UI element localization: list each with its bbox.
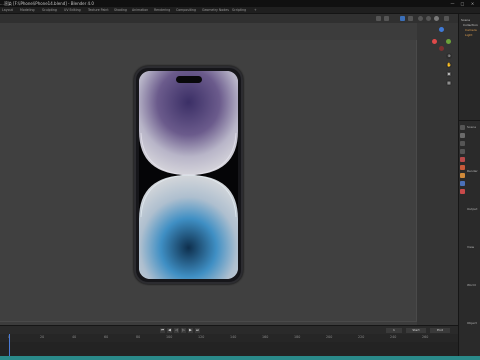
start-frame-field[interactable]: Start (406, 328, 426, 333)
tab-scripting[interactable]: Scripting (232, 7, 246, 14)
select-icon[interactable] (376, 16, 381, 21)
ruler-tick: 160 (262, 335, 269, 339)
ruler-tick: 40 (72, 335, 77, 339)
ruler-tick: 260 (422, 335, 429, 339)
timeline-header: ⏮ ◀ ◁ ▷ ▶ ⏭ 1 Start End (0, 325, 458, 334)
tab-compositing[interactable]: Compositing (176, 7, 196, 14)
gizmo-z-axis[interactable] (439, 27, 444, 32)
output-tab-icon[interactable] (460, 141, 465, 146)
viewport-header (0, 14, 458, 23)
outliner-row[interactable]: Light (465, 33, 473, 37)
xray-icon[interactable] (408, 16, 413, 21)
next-keyframe-icon[interactable]: ▶ (188, 328, 193, 333)
gizmo-x-axis[interactable] (432, 39, 437, 44)
ruler-tick: 100 (166, 335, 173, 339)
play-icon[interactable]: ▷ (181, 328, 186, 333)
current-frame-field[interactable]: 1 (386, 328, 402, 333)
blender-window: ...渲染 [F:\iPhone\iPhone14.blend] - Blend… (0, 0, 480, 360)
ruler-tick: 220 (358, 335, 365, 339)
ruler-tick: 60 (104, 335, 109, 339)
ruler-tick: 140 (230, 335, 237, 339)
props-label: Output (467, 207, 478, 211)
props-label: Scene (467, 125, 477, 129)
add-workspace-button[interactable]: + (254, 7, 257, 14)
tab-modeling[interactable]: Modeling (20, 7, 35, 14)
world-tab-icon[interactable] (460, 165, 465, 170)
jump-start-icon[interactable]: ⏮ (160, 328, 165, 333)
navigation-gizmo[interactable] (430, 27, 454, 51)
playhead[interactable] (9, 334, 10, 356)
material-tab-icon[interactable] (460, 189, 465, 194)
minimize-button[interactable]: — (450, 1, 455, 6)
tab-texture-paint[interactable]: Texture Paint (88, 7, 109, 14)
camera-passepartout (417, 23, 458, 325)
outliner-row[interactable]: Camera (465, 28, 477, 32)
play-reverse-icon[interactable]: ◁ (174, 328, 179, 333)
gizmo-y-axis[interactable] (446, 39, 451, 44)
camera-view-icon[interactable]: ▣ (446, 71, 452, 77)
end-frame-field[interactable]: End (430, 328, 450, 333)
props-label: Render (467, 169, 478, 173)
wallpaper-graphic (139, 71, 238, 279)
tool-tab-icon[interactable] (460, 125, 465, 130)
scene-tab-icon[interactable] (460, 157, 465, 162)
window-title: ...渲染 [F:\iPhone\iPhone14.blend] - Blend… (0, 1, 94, 6)
properties-panel: Scene Render Output View World Object (458, 120, 480, 356)
pan-hand-icon[interactable]: ✋ (446, 62, 452, 68)
solid-shading-icon[interactable] (418, 16, 423, 21)
timeline-ruler[interactable]: 0 20 40 60 80 100 120 140 160 180 200 22… (0, 334, 458, 342)
render-tab-icon[interactable] (460, 133, 465, 138)
tab-geometry-nodes[interactable]: Geometry Nodes (202, 7, 229, 14)
modifier-tab-icon[interactable] (460, 181, 465, 186)
jump-end-icon[interactable]: ⏭ (195, 328, 200, 333)
dynamic-island (176, 76, 202, 83)
title-bar: ...渲染 [F:\iPhone\iPhone14.blend] - Blend… (0, 0, 480, 7)
gizmo-neg-axis[interactable] (439, 46, 444, 51)
workspace-tabs: Layout Modeling Sculpting UV Editing Tex… (0, 7, 480, 14)
outliner-row[interactable]: Collection (463, 23, 478, 27)
overlay-icon[interactable] (400, 16, 405, 21)
tab-uv-editing[interactable]: UV Editing (64, 7, 81, 14)
close-button[interactable]: × (470, 1, 475, 6)
zoom-icon[interactable]: ⊕ (446, 53, 452, 59)
ruler-tick: 80 (136, 335, 141, 339)
ruler-tick: 200 (326, 335, 333, 339)
ruler-tick: 20 (40, 335, 45, 339)
props-label: View (467, 245, 475, 249)
tab-shading[interactable]: Shading (114, 7, 127, 14)
perspective-toggle-icon[interactable]: ▦ (446, 80, 452, 86)
tab-layout[interactable]: Layout (2, 7, 13, 14)
iphone-model (134, 66, 243, 284)
tab-rendering[interactable]: Rendering (154, 7, 170, 14)
tab-sculpting[interactable]: Sculpting (42, 7, 57, 14)
ruler-tick: 120 (198, 335, 205, 339)
outliner-panel: Scene Collection Camera Light (458, 14, 480, 120)
maximize-button[interactable]: □ (460, 1, 465, 6)
outliner-row[interactable]: Scene (461, 18, 470, 22)
status-bar (0, 356, 480, 360)
ruler-tick: 240 (390, 335, 397, 339)
timeline-area[interactable] (0, 342, 458, 356)
rendered-shading-icon[interactable] (434, 16, 439, 21)
props-label: Object (467, 321, 477, 325)
view-layer-tab-icon[interactable] (460, 149, 465, 154)
ruler-tick: 180 (294, 335, 301, 339)
phone-screen (139, 71, 238, 279)
material-shading-icon[interactable] (426, 16, 431, 21)
props-label: World (467, 283, 476, 287)
transform-icon[interactable] (384, 16, 389, 21)
prev-keyframe-icon[interactable]: ◀ (167, 328, 172, 333)
tab-animation[interactable]: Animation (132, 7, 148, 14)
shading-options-icon[interactable] (444, 16, 449, 21)
object-tab-icon[interactable] (460, 173, 465, 178)
